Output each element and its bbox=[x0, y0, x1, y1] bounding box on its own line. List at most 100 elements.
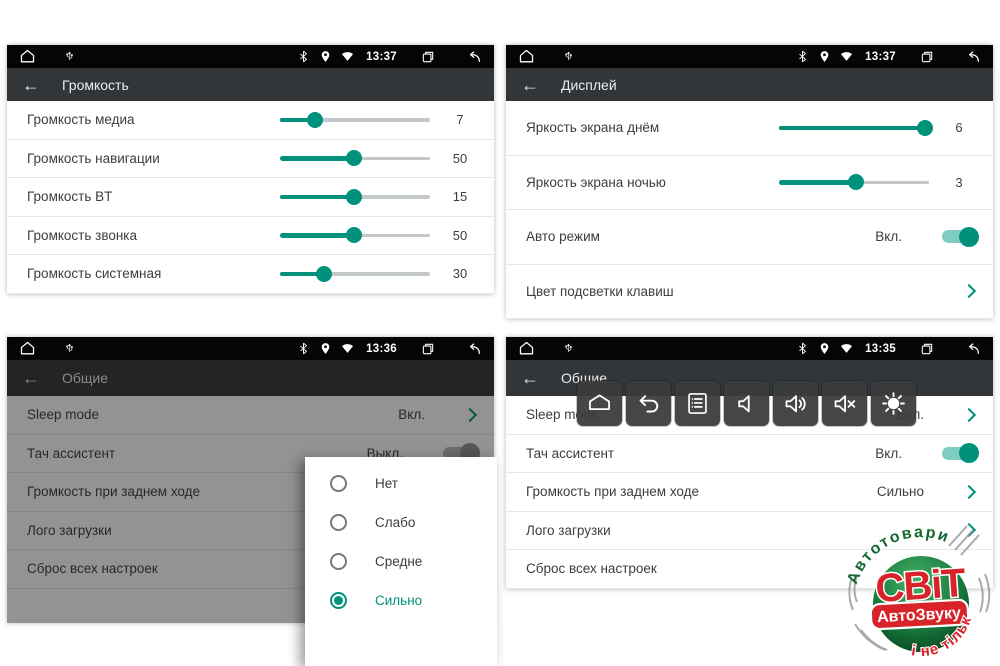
radio-option[interactable]: Нет bbox=[305, 464, 497, 503]
row-label: Яркость экрана днём bbox=[526, 120, 779, 135]
settings-row[interactable]: Тач ассистентВкл. bbox=[506, 435, 993, 474]
row-value: Вкл. bbox=[875, 446, 902, 461]
recents-icon[interactable] bbox=[421, 342, 435, 356]
page-title: Громкость bbox=[62, 77, 129, 93]
settings-row[interactable]: Авто режимВкл. bbox=[506, 210, 993, 265]
app-header: ← Дисплей bbox=[506, 68, 993, 101]
radio-option[interactable]: Средне bbox=[305, 542, 497, 581]
slider[interactable] bbox=[280, 111, 430, 129]
toggle-switch[interactable] bbox=[942, 447, 976, 460]
back-icon[interactable] bbox=[965, 341, 981, 357]
row-value: Вкл. bbox=[875, 229, 902, 244]
back-icon[interactable] bbox=[965, 49, 981, 65]
row-label: Тач ассистент bbox=[526, 446, 875, 461]
row-label: Громкость навигации bbox=[27, 151, 280, 166]
slider-thumb[interactable] bbox=[848, 174, 864, 190]
quick-settings-bar bbox=[577, 381, 916, 426]
home-button[interactable] bbox=[577, 381, 622, 426]
slider-thumb[interactable] bbox=[346, 189, 362, 205]
watermark-logo: Автотовари СВіТ АвтоЗвуку і не тільки... bbox=[843, 518, 999, 666]
slider[interactable] bbox=[280, 265, 430, 283]
slider-thumb[interactable] bbox=[346, 150, 362, 166]
status-time: 13:37 bbox=[366, 51, 397, 63]
volume-mute-button[interactable] bbox=[822, 381, 867, 426]
volume-up-icon bbox=[782, 390, 809, 417]
location-icon bbox=[818, 50, 831, 63]
home-icon bbox=[586, 390, 613, 417]
back-button[interactable] bbox=[626, 381, 671, 426]
status-bar: 13:37 bbox=[506, 45, 993, 68]
screenshot-collage: 13:37 ← Громкость Громкость медиа7Громко… bbox=[0, 0, 1000, 666]
home-icon[interactable] bbox=[19, 340, 36, 357]
slider-value: 6 bbox=[941, 120, 977, 135]
radio-icon bbox=[330, 553, 347, 570]
list-button[interactable] bbox=[675, 381, 720, 426]
recents-icon[interactable] bbox=[421, 50, 435, 64]
header-back-icon[interactable]: ← bbox=[22, 76, 40, 94]
back-icon[interactable] bbox=[466, 341, 482, 357]
settings-row[interactable]: Громкость системная 30 bbox=[7, 255, 494, 294]
status-bar: 13:36 bbox=[7, 337, 494, 360]
home-icon[interactable] bbox=[518, 48, 535, 65]
volume-down-button[interactable] bbox=[724, 381, 769, 426]
settings-row[interactable]: Громкость при заднем ходеСильно bbox=[506, 473, 993, 512]
recents-icon[interactable] bbox=[920, 342, 934, 356]
row-label: Громкость при заднем ходе bbox=[526, 484, 877, 499]
slider-thumb[interactable] bbox=[346, 227, 362, 243]
app-header: ← Громкость bbox=[7, 68, 494, 101]
radio-option[interactable]: Слабо bbox=[305, 503, 497, 542]
settings-row[interactable]: Цвет подсветки клавиш bbox=[506, 265, 993, 320]
row-label: Громкость звонка bbox=[27, 228, 280, 243]
chevron-right-icon bbox=[962, 284, 976, 298]
header-back-icon[interactable]: ← bbox=[521, 76, 539, 94]
back-icon[interactable] bbox=[466, 49, 482, 65]
radio-option[interactable]: Сильно bbox=[305, 581, 497, 620]
bluetooth-icon bbox=[297, 50, 310, 63]
watermark-banner: АвтоЗвуку bbox=[870, 599, 968, 629]
panel-display: 13:37 ← Дисплей Яркость экрана днём6Ярко… bbox=[506, 45, 993, 319]
toggle-knob bbox=[959, 443, 979, 463]
volume-mute-icon bbox=[831, 390, 858, 417]
settings-row[interactable]: Громкость BT15 bbox=[7, 178, 494, 217]
slider-fill bbox=[280, 195, 354, 200]
brightness-button[interactable] bbox=[871, 381, 916, 426]
list-icon bbox=[684, 390, 711, 417]
wifi-icon bbox=[341, 342, 354, 355]
radio-option-label: Средне bbox=[375, 554, 422, 569]
settings-row[interactable]: Громкость звонка50 bbox=[7, 217, 494, 256]
slider-thumb[interactable] bbox=[316, 266, 332, 282]
header-back-icon[interactable]: ← bbox=[521, 369, 539, 387]
settings-row[interactable]: Яркость экрана ночью3 bbox=[506, 156, 993, 211]
bluetooth-icon bbox=[796, 50, 809, 63]
settings-row[interactable]: Яркость экрана днём 6 bbox=[506, 101, 993, 156]
usb-icon bbox=[563, 342, 574, 355]
recents-icon[interactable] bbox=[920, 50, 934, 64]
slider-thumb[interactable] bbox=[307, 112, 323, 128]
slider-thumb[interactable] bbox=[917, 120, 933, 136]
settings-row[interactable]: Громкость медиа7 bbox=[7, 101, 494, 140]
volume-down-icon bbox=[733, 390, 760, 417]
brightness-icon bbox=[880, 390, 907, 417]
slider[interactable] bbox=[280, 188, 430, 206]
home-icon[interactable] bbox=[518, 340, 535, 357]
slider-fill bbox=[280, 233, 354, 238]
radio-option-label: Слабо bbox=[375, 515, 415, 530]
toggle-switch[interactable] bbox=[942, 230, 976, 243]
usb-icon bbox=[563, 50, 574, 63]
slider[interactable] bbox=[779, 119, 929, 137]
panel-volume: 13:37 ← Громкость Громкость медиа7Громко… bbox=[7, 45, 494, 294]
slider[interactable] bbox=[779, 173, 929, 191]
slider[interactable] bbox=[280, 226, 430, 244]
wifi-icon bbox=[840, 50, 853, 63]
slider-fill bbox=[779, 126, 925, 131]
slider-value: 15 bbox=[442, 189, 478, 204]
settings-row[interactable]: Громкость навигации50 bbox=[7, 140, 494, 179]
toggle-knob bbox=[959, 227, 979, 247]
slider[interactable] bbox=[280, 149, 430, 167]
row-label: Громкость системная bbox=[27, 266, 280, 281]
slider-value: 30 bbox=[442, 266, 478, 281]
volume-up-button[interactable] bbox=[773, 381, 818, 426]
wifi-icon bbox=[341, 50, 354, 63]
home-icon[interactable] bbox=[19, 48, 36, 65]
slider-value: 7 bbox=[442, 112, 478, 127]
